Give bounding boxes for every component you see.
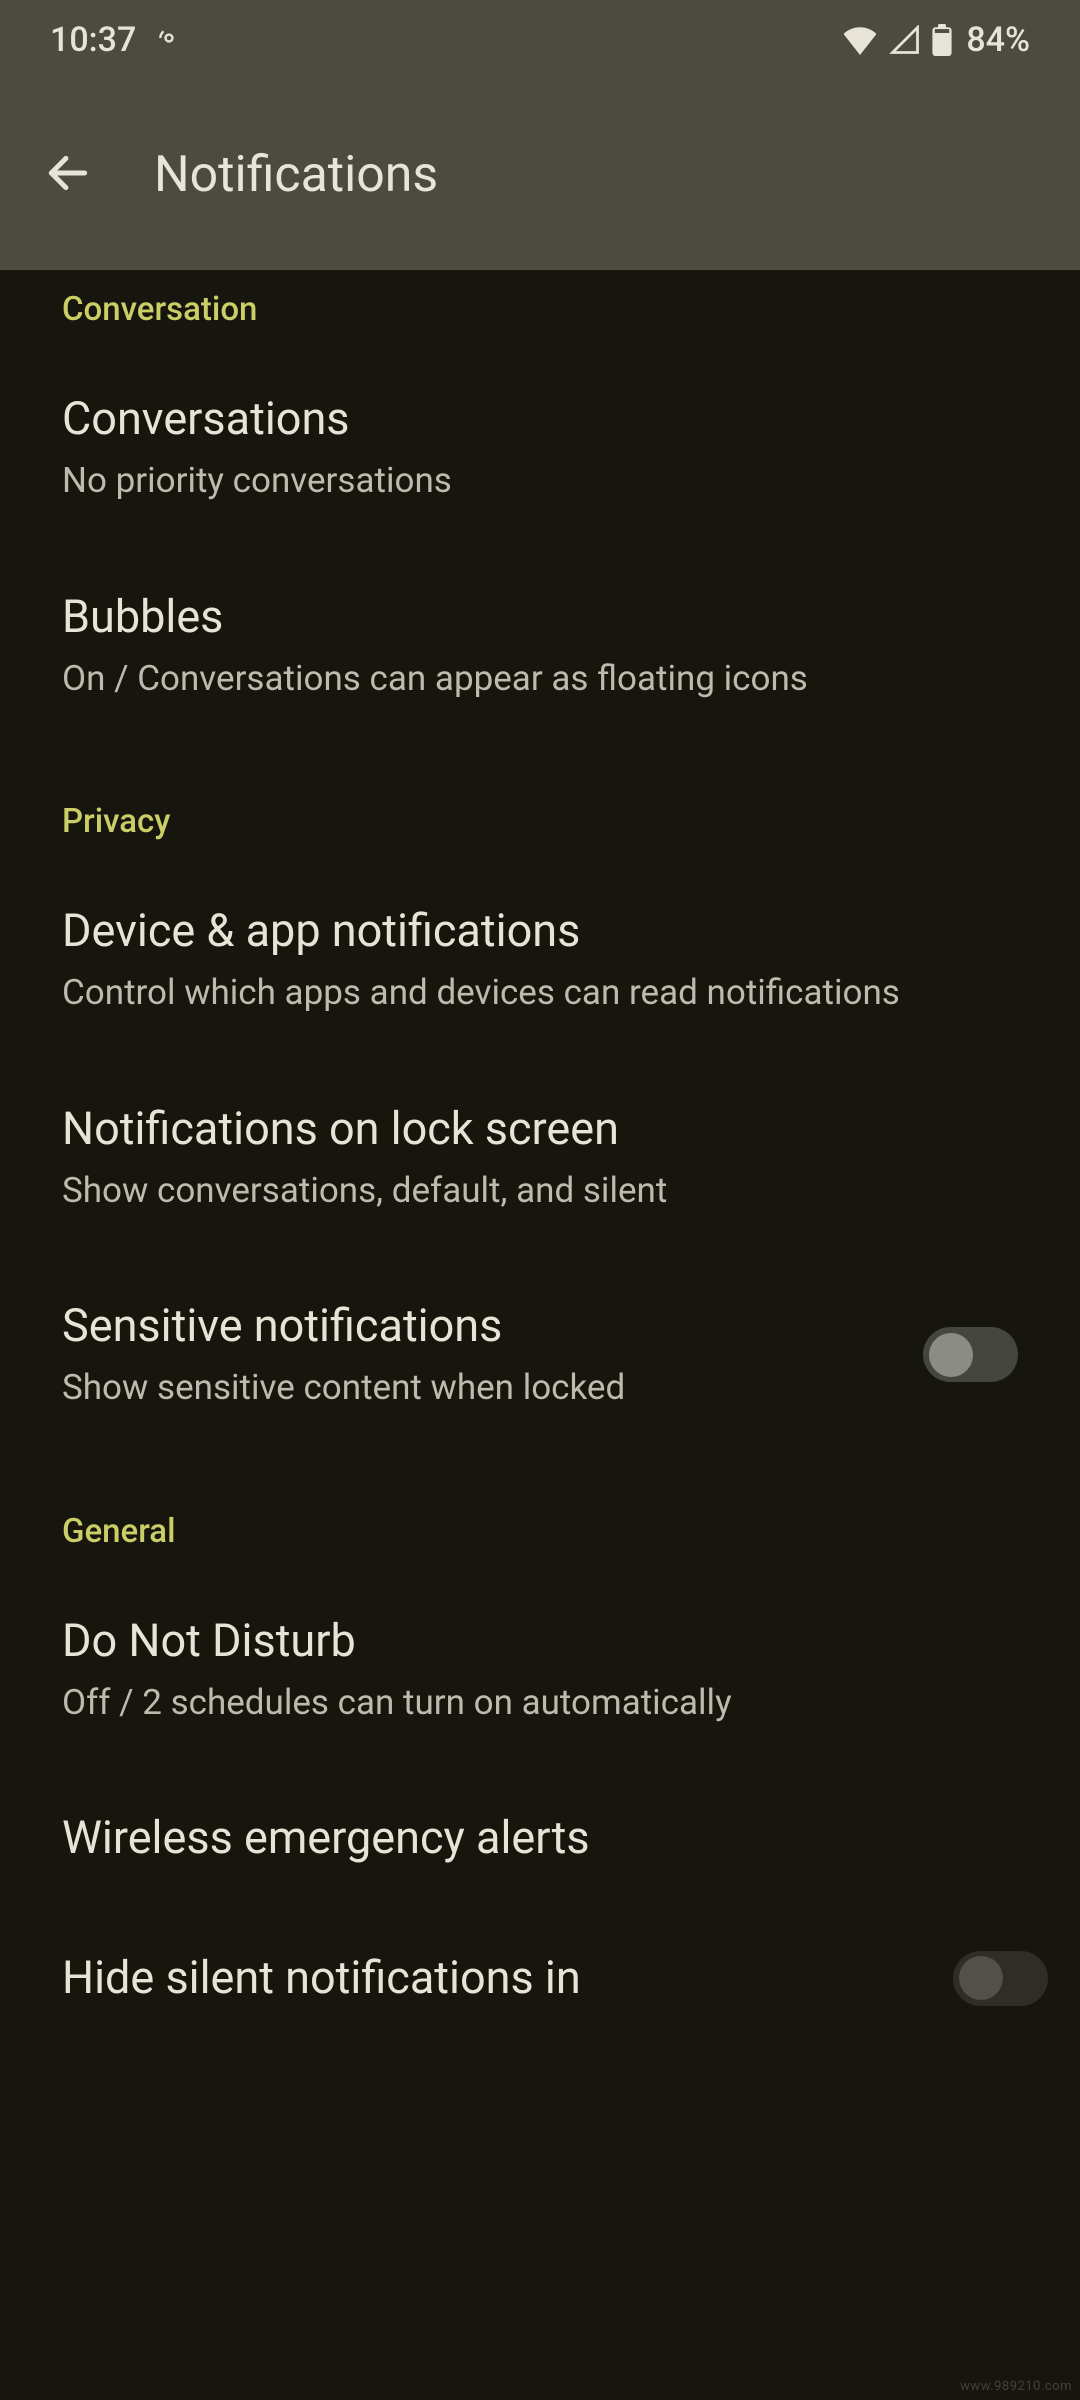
watermark: www.989210.com [960, 2379, 1072, 2394]
setting-title: Bubbles [62, 589, 998, 645]
setting-title: Hide silent notifications in [62, 1950, 933, 2006]
toggle-thumb [959, 1956, 1003, 2000]
setting-subtitle: Show conversations, default, and silent [62, 1167, 998, 1214]
cell-signal-icon [888, 25, 922, 55]
setting-conversations[interactable]: Conversations No priority conversations [0, 349, 1080, 547]
setting-lock-screen-notifications[interactable]: Notifications on lock screen Show conver… [0, 1059, 1080, 1257]
wifi-icon [842, 25, 878, 55]
toggle-thumb [929, 1333, 973, 1377]
setting-do-not-disturb[interactable]: Do Not Disturb Off / 2 schedules can tur… [0, 1571, 1080, 1769]
setting-title: Device & app notifications [62, 903, 998, 959]
settings-content: Conversation Conversations No priority c… [0, 270, 1080, 2079]
setting-title: Do Not Disturb [62, 1613, 998, 1669]
status-right: 84% [842, 20, 1030, 60]
setting-subtitle: No priority conversations [62, 457, 998, 504]
setting-title: Conversations [62, 391, 998, 447]
setting-bubbles[interactable]: Bubbles On / Conversations can appear as… [0, 547, 1080, 745]
section-privacy: Privacy Device & app notifications Contr… [0, 774, 1080, 1484]
setting-device-app-notifications[interactable]: Device & app notifications Control which… [0, 861, 1080, 1059]
hide-silent-toggle[interactable] [953, 1951, 1048, 2006]
page-title: Notifications [154, 146, 438, 204]
setting-subtitle: Show sensitive content when locked [62, 1364, 903, 1411]
setting-hide-silent-notifications[interactable]: Hide silent notifications in [0, 1908, 1080, 2048]
section-header-conversation: Conversation [0, 270, 1080, 349]
setting-subtitle: Control which apps and devices can read … [62, 969, 998, 1016]
section-header-privacy: Privacy [0, 774, 1080, 861]
status-left: 10:37 [50, 20, 182, 60]
setting-subtitle: On / Conversations can appear as floatin… [62, 655, 998, 702]
setting-title: Notifications on lock screen [62, 1101, 998, 1157]
battery-percent: 84% [966, 20, 1030, 60]
section-conversation: Conversation Conversations No priority c… [0, 270, 1080, 774]
setting-subtitle: Off / 2 schedules can turn on automatica… [62, 1679, 998, 1726]
app-bar: Notifications [0, 80, 1080, 270]
section-general: General Do Not Disturb Off / 2 schedules… [0, 1484, 1080, 2079]
setting-title: Wireless emergency alerts [62, 1810, 998, 1866]
sensitive-notifications-toggle[interactable] [923, 1327, 1018, 1382]
section-header-general: General [0, 1484, 1080, 1571]
arrow-back-icon [43, 148, 93, 202]
setting-title: Sensitive notifications [62, 1298, 903, 1354]
status-bar: 10:37 84% [0, 0, 1080, 80]
back-button[interactable] [38, 145, 98, 205]
status-time: 10:37 [50, 20, 136, 60]
status-indicator-icon [156, 20, 182, 60]
setting-sensitive-notifications[interactable]: Sensitive notifications Show sensitive c… [0, 1256, 1080, 1454]
setting-wireless-emergency-alerts[interactable]: Wireless emergency alerts [0, 1768, 1080, 1908]
battery-icon [932, 24, 952, 56]
